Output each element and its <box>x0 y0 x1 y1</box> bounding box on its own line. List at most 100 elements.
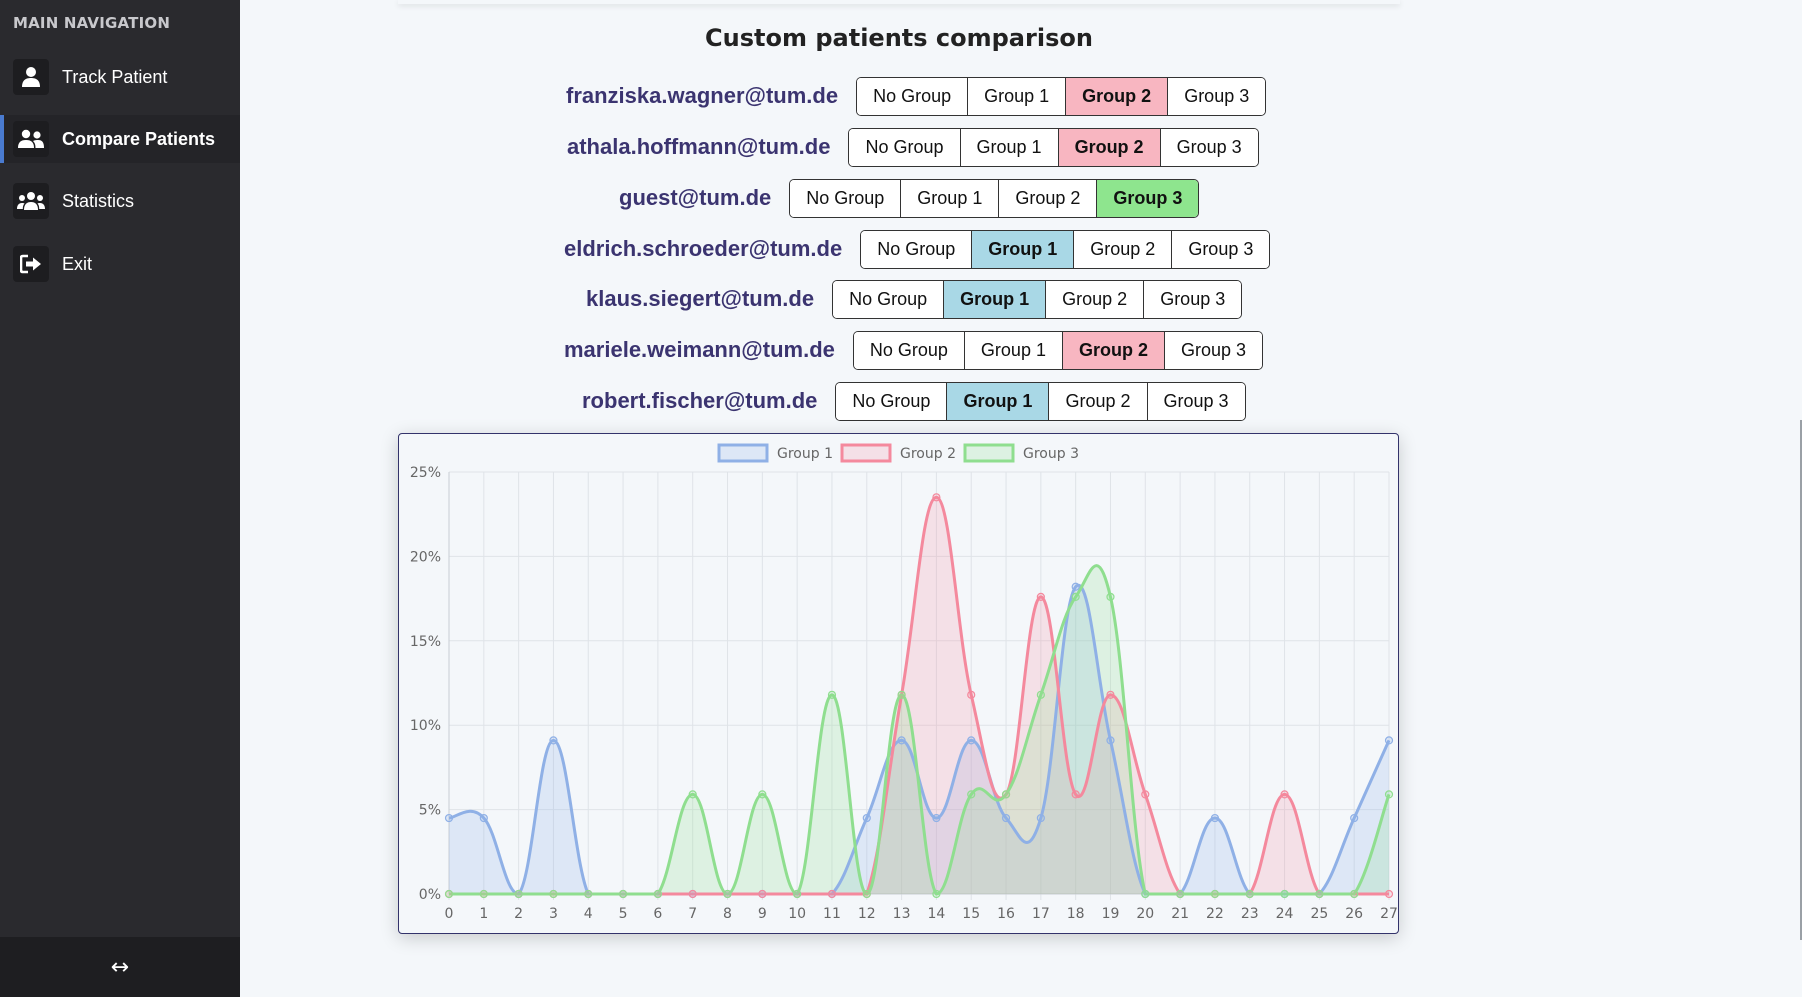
data-point <box>1315 889 1324 899</box>
group-option-group-3[interactable]: Group 3 <box>1171 230 1270 268</box>
nav-item-track-patient[interactable]: Track Patient <box>0 53 240 101</box>
group-option-group-2[interactable]: Group 2 <box>1057 128 1160 166</box>
data-point <box>862 813 871 823</box>
x-tick-label: 11 <box>823 906 841 922</box>
data-point <box>653 889 662 899</box>
sidebar-collapse-bar[interactable]: ↔ <box>0 937 240 997</box>
y-tick-label: 25% <box>410 465 441 481</box>
group-selector: No Group Group 1 Group 2 Group 3 <box>835 381 1246 421</box>
x-tick-label: 12 <box>858 906 876 922</box>
group-option-group-2[interactable]: Group 2 <box>1045 280 1144 318</box>
data-point <box>1036 690 1045 699</box>
data-point <box>1001 790 1011 799</box>
group-option-no-group[interactable]: No Group <box>857 77 968 115</box>
legend-label: Group 3 <box>1023 446 1079 462</box>
x-tick-label: 21 <box>1171 906 1189 922</box>
data-point <box>1384 736 1394 745</box>
legend-label: Group 1 <box>777 446 833 462</box>
group-option-group-3[interactable]: Group 3 <box>1143 280 1242 318</box>
data-point <box>793 889 802 899</box>
group-option-group-1[interactable]: Group 1 <box>900 179 999 217</box>
patient-email: athala.hoffmann@tum.de <box>567 134 831 159</box>
data-point <box>584 889 593 899</box>
group-option-group-2[interactable]: Group 2 <box>1065 77 1168 115</box>
patient-row: franziska.wagner@tum.de No Group Group 1 Gr… <box>566 76 1267 116</box>
group-option-group-1[interactable]: Group 1 <box>946 382 1049 420</box>
data-point <box>479 813 488 823</box>
exit-icon <box>13 246 49 282</box>
group-option-group-1[interactable]: Group 1 <box>943 280 1046 318</box>
nav-label: Exit <box>62 253 93 274</box>
group-option-group-2[interactable]: Group 2 <box>1061 331 1164 369</box>
group-option-group-1[interactable]: Group 1 <box>963 331 1062 369</box>
group-selector: No Group Group 1 Group 2 Group 3 <box>856 76 1267 116</box>
chart-svg: 0%5%10%15%20%25%0 1 2 3 4 5 6 7 8 9 10 11 12 13 14 15 16… <box>410 443 1397 922</box>
nav-item-compare-patients[interactable]: Compare Patients <box>0 115 240 163</box>
nav-item-statistics[interactable]: Statistics <box>0 177 240 225</box>
group-option-group-2[interactable]: Group 2 <box>998 179 1097 217</box>
data-point <box>688 889 697 899</box>
data-point <box>514 889 523 899</box>
patient-email: guest@tum.de <box>619 185 772 210</box>
x-tick-label: 27 <box>1380 906 1397 922</box>
data-point <box>1036 592 1045 602</box>
data-point <box>827 690 837 699</box>
x-tick-label: 26 <box>1345 906 1363 922</box>
y-tick-label: 20% <box>410 549 441 565</box>
group-option-no-group[interactable]: No Group <box>861 230 972 268</box>
group-option-group-3[interactable]: Group 3 <box>1096 179 1199 217</box>
group-option-group-3[interactable]: Group 3 <box>1159 128 1258 166</box>
group-selector: No Group Group 1 Group 2 Group 3 <box>789 178 1200 218</box>
data-point <box>967 736 976 745</box>
data-point <box>1106 592 1115 602</box>
group-option-no-group[interactable]: No Group <box>853 331 964 369</box>
data-point <box>1280 790 1289 799</box>
legend-swatch <box>717 443 769 463</box>
group-option-no-group[interactable]: No Group <box>790 179 901 217</box>
group-option-group-1[interactable]: Group 1 <box>971 230 1074 268</box>
group-option-group-2[interactable]: Group 2 <box>1048 382 1147 420</box>
collapse-arrows-icon[interactable]: ↔ <box>111 955 129 980</box>
data-point <box>1280 889 1289 899</box>
data-point <box>1384 889 1394 899</box>
data-point <box>1141 889 1150 899</box>
data-point <box>444 889 454 899</box>
patient-email: mariele.weimann@tum.de <box>564 337 835 362</box>
group-option-group-1[interactable]: Group 1 <box>959 128 1058 166</box>
x-tick-label: 9 <box>758 906 767 922</box>
data-point <box>758 889 767 899</box>
x-tick-label: 19 <box>1102 906 1120 922</box>
data-point <box>1210 889 1220 899</box>
data-point <box>723 889 732 899</box>
x-tick-label: 3 <box>549 906 558 922</box>
y-tick-label: 10% <box>410 718 441 734</box>
group-option-group-3[interactable]: Group 3 <box>1146 382 1245 420</box>
x-tick-label: 7 <box>688 906 697 922</box>
group-option-group-3[interactable]: Group 3 <box>1163 331 1263 369</box>
x-tick-label: 23 <box>1241 906 1259 922</box>
x-tick-label: 15 <box>962 906 980 922</box>
data-point <box>1245 889 1254 899</box>
group-option-no-group[interactable]: No Group <box>833 280 944 318</box>
user-icon <box>13 59 49 95</box>
nav-item-exit[interactable]: Exit <box>0 240 240 288</box>
x-tick-label: 14 <box>927 906 945 922</box>
group-option-group-1[interactable]: Group 1 <box>967 77 1066 115</box>
data-point <box>1350 889 1359 899</box>
sidebar: MAIN NAVIGATION Track Patient Compare Pa… <box>0 0 240 997</box>
group-option-no-group[interactable]: No Group <box>849 128 960 166</box>
group-selector: No Group Group 1 Group 2 Group 3 <box>852 330 1264 370</box>
data-point <box>932 889 941 899</box>
data-point <box>897 736 906 745</box>
patient-row: eldrich.schroeder@tum.de No Group Group 1G… <box>564 229 1271 269</box>
x-tick-label: 2 <box>514 906 523 922</box>
x-tick-label: 0 <box>445 906 454 922</box>
group-option-group-2[interactable]: Group 2 <box>1073 230 1172 268</box>
data-point <box>967 690 976 699</box>
group-option-group-3[interactable]: Group 3 <box>1167 77 1266 115</box>
data-point <box>862 889 871 899</box>
group-selector: No Group Group 1 Group 2 Group 3 <box>832 279 1243 319</box>
data-point <box>1141 790 1150 799</box>
group-option-no-group[interactable]: No Group <box>836 382 947 420</box>
patient-row: guest@tum.de No Group Group 1 Group 2 Group … <box>619 178 1200 218</box>
